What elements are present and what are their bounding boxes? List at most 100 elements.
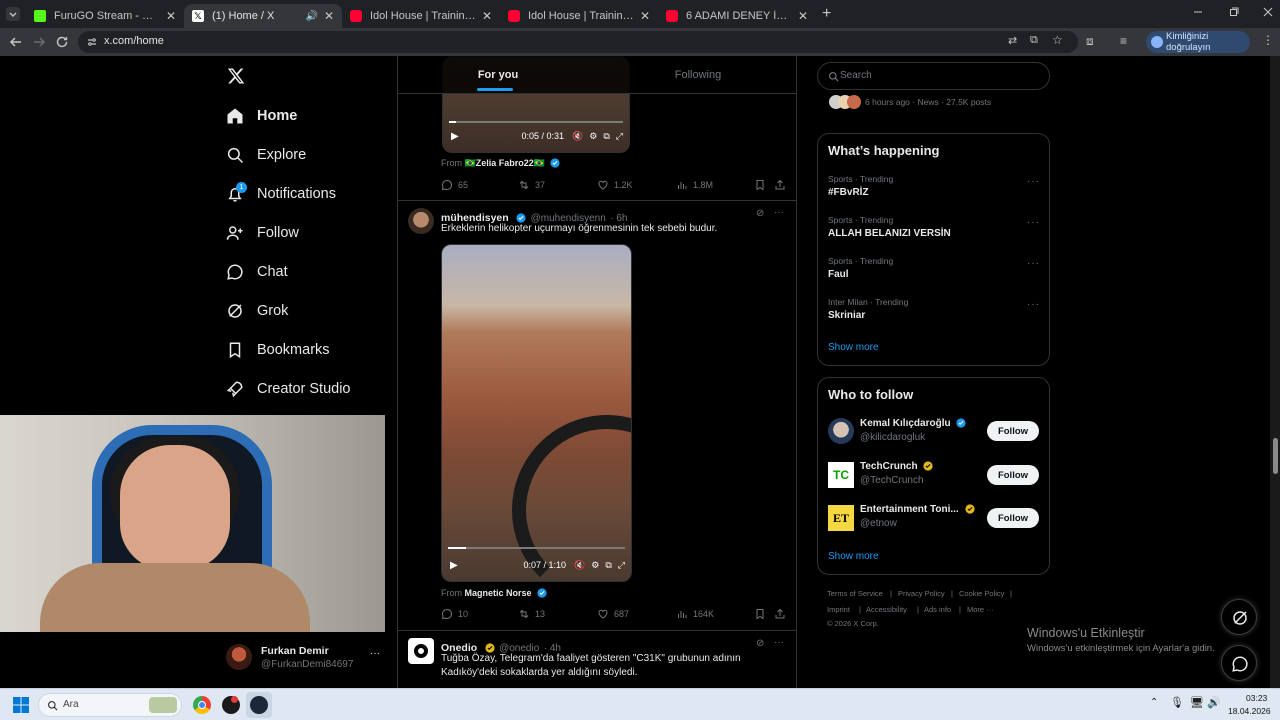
nav-grok[interactable]: Grok	[226, 297, 288, 325]
play-icon[interactable]: ▶	[450, 560, 458, 571]
settings-icon[interactable]: ⚙	[589, 131, 597, 142]
avatar[interactable]	[828, 418, 854, 444]
grok-floating-button[interactable]	[1221, 599, 1257, 635]
nav-chat[interactable]: Chat	[226, 258, 288, 286]
browser-tab[interactable]: 6 ADAMI DENEY İÇİN 520 GÜN ✕	[658, 4, 816, 28]
new-tab-button[interactable]: +	[822, 5, 831, 23]
nav-explore[interactable]: Explore	[226, 141, 306, 169]
fullscreen-icon[interactable]: ⤢	[616, 131, 623, 142]
suggested-account-name[interactable]: Entertainment Toni...	[860, 504, 975, 515]
trend-item[interactable]: Faul	[828, 269, 849, 280]
suggested-account-name[interactable]: Kemal Kılıçdaroğlu	[860, 418, 966, 429]
tab-close-icon[interactable]: ✕	[640, 9, 650, 23]
footer-link[interactable]: Privacy Policy	[898, 589, 945, 598]
minimize-button[interactable]	[1192, 6, 1204, 18]
video-source-name[interactable]: Magnetic Norse	[465, 588, 532, 598]
fullscreen-icon[interactable]: ⤢	[618, 560, 625, 571]
browser-tab[interactable]: Idol House | Training EP 08 | Öğ ✕	[500, 4, 658, 28]
volume-icon[interactable]: 🔊	[1207, 696, 1221, 709]
tab-search-button[interactable]	[6, 7, 20, 21]
follow-button[interactable]: Follow	[987, 465, 1039, 485]
app-icon[interactable]	[222, 696, 240, 714]
techcrunch-logo-icon[interactable]: TC	[828, 462, 854, 488]
scrollbar-thumb[interactable]	[1273, 438, 1278, 474]
bookmark-button[interactable]	[754, 179, 771, 191]
page-scrollbar[interactable]	[1270, 56, 1280, 688]
chrome-app-icon[interactable]	[193, 696, 211, 714]
pip-icon[interactable]: ⧉	[605, 560, 611, 571]
video-source-name[interactable]: 🇧🇷Zelia Fabro22🇧🇷	[465, 158, 545, 168]
grok-icon[interactable]: ⊘	[756, 208, 764, 219]
messages-floating-button[interactable]	[1221, 645, 1257, 681]
mute-icon[interactable]: 🔇	[574, 560, 585, 571]
follow-button[interactable]: Follow	[987, 421, 1039, 441]
microphone-icon[interactable]: 🎙	[1170, 696, 1184, 709]
forward-icon[interactable]	[31, 34, 47, 50]
share-button[interactable]	[774, 608, 791, 620]
close-window-button[interactable]	[1262, 6, 1274, 18]
site-settings-icon[interactable]	[86, 36, 98, 48]
browser-menu-icon[interactable]: ⋮	[1262, 33, 1274, 47]
tab-following[interactable]: Following	[598, 56, 796, 93]
footer-link[interactable]: Terms of Service	[827, 589, 883, 598]
suggested-account-name[interactable]: TechCrunch	[860, 461, 933, 472]
browser-tab[interactable]: FuruGO Stream - Watch Live on ✕	[26, 4, 184, 28]
install-app-icon[interactable]: ⧉	[1030, 34, 1038, 47]
repost-button[interactable]: 37	[518, 179, 545, 191]
browser-tab-active[interactable]: 𝕏 (1) Home / X 🔊 ✕	[184, 4, 342, 28]
speaker-icon[interactable]: 🔊	[305, 11, 317, 22]
trend-more-icon[interactable]: ···	[1027, 176, 1040, 187]
show-more-link[interactable]: Show more	[828, 342, 879, 353]
footer-link[interactable]: Ads info	[924, 605, 951, 614]
translate-icon[interactable]: ⇄	[1008, 34, 1017, 47]
footer-link[interactable]: More ···	[967, 605, 994, 614]
footer-link[interactable]: Cookie Policy	[959, 589, 1004, 598]
follow-button[interactable]: Follow	[987, 508, 1039, 528]
post-avatar[interactable]	[408, 638, 434, 664]
taskbar-time[interactable]: 03:23	[1246, 693, 1267, 703]
windows-start-icon[interactable]	[13, 697, 29, 713]
search-input[interactable]: Search	[817, 62, 1050, 90]
nav-home[interactable]: Home	[226, 102, 297, 130]
taskbar-date[interactable]: 18.04.2026	[1228, 706, 1271, 716]
footer-link[interactable]: Imprint	[827, 605, 850, 614]
tab-close-icon[interactable]: ✕	[324, 9, 334, 23]
nav-bookmarks[interactable]: Bookmarks	[226, 336, 330, 364]
steam-app-icon[interactable]	[246, 692, 272, 718]
nav-notifications[interactable]: 1 Notifications	[226, 180, 336, 208]
trend-more-icon[interactable]: ···	[1027, 299, 1040, 310]
tab-close-icon[interactable]: ✕	[798, 9, 808, 23]
extensions-icon[interactable]: ⧈	[1086, 34, 1094, 49]
post-more-icon[interactable]: ···	[774, 637, 784, 648]
reload-icon[interactable]	[54, 34, 70, 50]
trend-item[interactable]: Skriniar	[828, 310, 865, 321]
like-button[interactable]: 687	[597, 608, 629, 620]
tray-chevron-up-icon[interactable]: ⌃	[1150, 697, 1158, 708]
mute-icon[interactable]: 🔇	[572, 131, 583, 142]
taskbar-search-input[interactable]: Ara	[38, 693, 182, 717]
post-more-icon[interactable]: ···	[774, 207, 784, 218]
network-icon[interactable]: 🖥	[1190, 696, 1204, 709]
back-icon[interactable]	[8, 34, 24, 50]
maximize-button[interactable]	[1228, 6, 1240, 18]
reply-button[interactable]: 65	[441, 179, 468, 191]
url-text[interactable]: x.com/home	[104, 35, 164, 47]
profile-button[interactable]: Kimliğinizi doğrulayın	[1146, 31, 1250, 53]
pip-icon[interactable]: ⧉	[603, 131, 609, 142]
views-button[interactable]: 1.8M	[676, 179, 713, 191]
address-bar[interactable]: x.com/home ⇄ ⧉ ☆	[78, 31, 1078, 53]
trend-item[interactable]: #FBvRİZ	[828, 187, 869, 198]
post-avatar[interactable]	[408, 208, 434, 234]
settings-icon[interactable]: ⚙	[591, 560, 599, 571]
share-button[interactable]	[774, 179, 791, 191]
footer-link[interactable]: Accessibility	[866, 605, 907, 614]
repost-button[interactable]: 13	[518, 608, 545, 620]
video-player[interactable]: ▶ 0:07 / 1:10 🔇 ⚙ ⧉ ⤢	[441, 244, 632, 582]
more-icon[interactable]: ···	[370, 648, 380, 659]
grok-icon[interactable]: ⊘	[756, 638, 764, 649]
reply-button[interactable]: 10	[441, 608, 468, 620]
trend-more-icon[interactable]: ···	[1027, 258, 1040, 269]
like-button[interactable]: 1.2K	[597, 179, 633, 191]
et-logo-icon[interactable]: ET	[828, 505, 854, 531]
views-button[interactable]: 164K	[676, 608, 714, 620]
